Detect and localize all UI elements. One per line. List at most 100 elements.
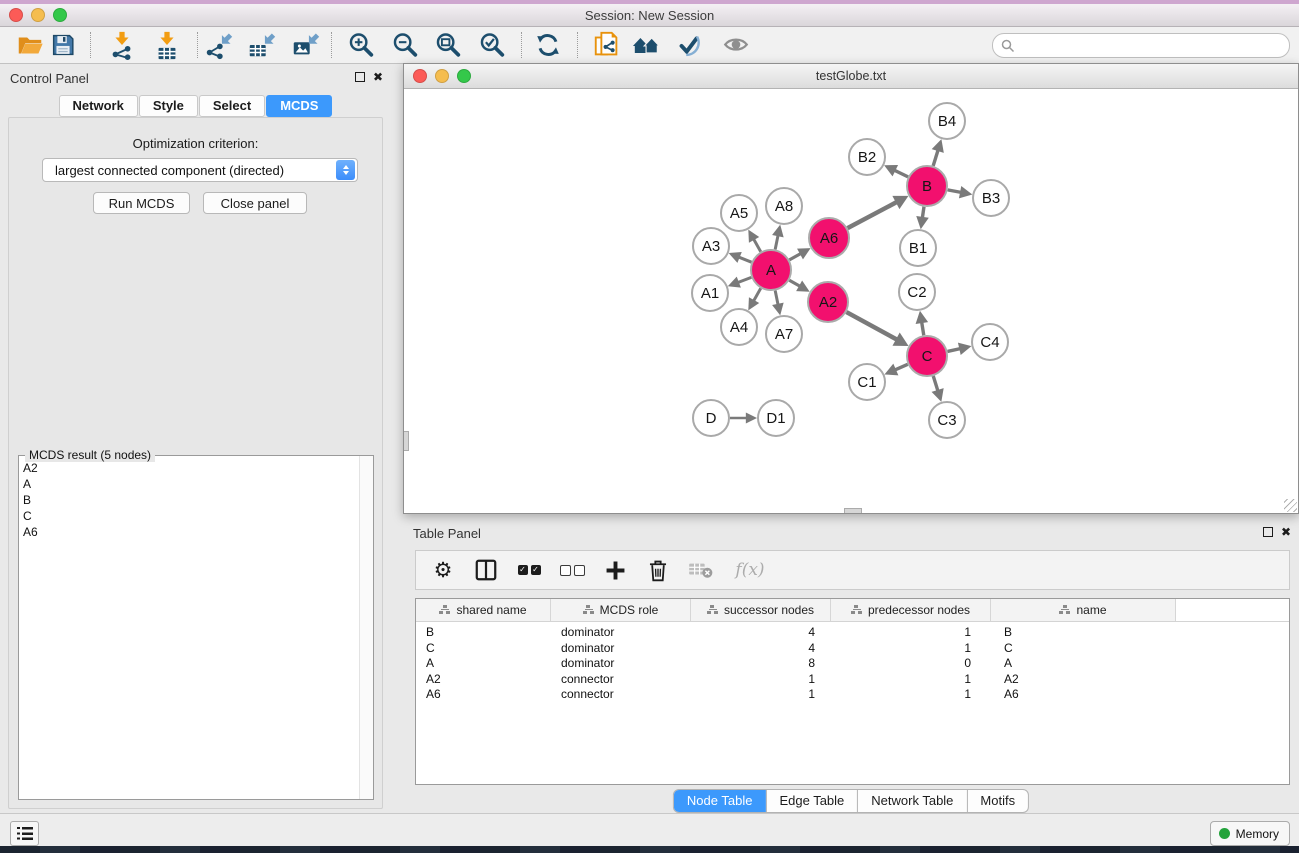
cell[interactable]: 1 [831, 625, 991, 641]
table-row-C[interactable]: Cdominator41C [416, 641, 1289, 657]
refresh-button[interactable] [531, 30, 565, 60]
close-panel-button[interactable]: Close panel [203, 192, 307, 214]
export-image-button[interactable] [288, 30, 322, 60]
cell[interactable]: A2 [416, 672, 551, 688]
graph-node-C1[interactable]: C1 [849, 364, 885, 400]
cell[interactable]: A2 [991, 672, 1176, 688]
clone-network-button[interactable] [590, 30, 624, 60]
deselect-all-button[interactable] [559, 556, 585, 584]
cell[interactable]: 1 [691, 687, 831, 703]
cell[interactable]: C [991, 641, 1176, 657]
cell[interactable]: B [416, 625, 551, 641]
graph-edge-C-C2[interactable] [922, 322, 924, 335]
graph-edge-A6-B[interactable] [848, 202, 897, 228]
graph-node-B2[interactable]: B2 [849, 139, 885, 175]
mcds-result-item[interactable]: B [23, 492, 359, 508]
graph-edge-A-A6[interactable] [789, 254, 800, 260]
graph-node-A[interactable]: A [751, 250, 791, 290]
table-row-A2[interactable]: A2connector11A2 [416, 672, 1289, 688]
zoom-fit-button[interactable] [431, 30, 465, 60]
table-settings-button[interactable]: ⚙ [430, 556, 456, 584]
graph-edge-A-A1[interactable] [738, 277, 751, 282]
table-row-A6[interactable]: A6connector11A6 [416, 687, 1289, 703]
cell[interactable]: C [416, 641, 551, 657]
graph-node-A4[interactable]: A4 [721, 309, 757, 345]
mcds-result-item[interactable]: C [23, 508, 359, 524]
column-header-successor-nodes[interactable]: successor nodes [691, 599, 831, 621]
zoom-selected-button[interactable] [475, 30, 509, 60]
search-field[interactable] [992, 33, 1290, 58]
import-network-button[interactable] [105, 30, 139, 60]
cell[interactable]: connector [551, 687, 691, 703]
tab-style[interactable]: Style [139, 95, 198, 117]
table-row-B[interactable]: Bdominator41B [416, 625, 1289, 641]
export-network-button[interactable] [201, 30, 235, 60]
show-panels-button[interactable] [10, 821, 39, 846]
table-row-A[interactable]: Adominator80A [416, 656, 1289, 672]
graph-edge-A2-C[interactable] [846, 312, 897, 340]
cell[interactable]: dominator [551, 625, 691, 641]
export-table-button[interactable] [244, 30, 278, 60]
graph-edge-B-B2[interactable] [894, 170, 908, 177]
float-panel-icon[interactable] [1263, 527, 1273, 537]
tab-mcds[interactable]: MCDS [266, 95, 332, 117]
graph-edge-A-A2[interactable] [789, 280, 800, 286]
mcds-result-item[interactable]: A6 [23, 524, 359, 540]
close-panel-icon[interactable]: ✖ [373, 72, 383, 82]
graph-edge-B-B4[interactable] [933, 150, 938, 166]
column-header-name[interactable]: name [991, 599, 1176, 621]
tab-node-table[interactable]: Node Table [674, 790, 766, 812]
column-header-MCDS-role[interactable]: MCDS role [551, 599, 691, 621]
cell[interactable]: 1 [831, 687, 991, 703]
graph-edge-A-A4[interactable] [754, 288, 761, 301]
graph-node-C2[interactable]: C2 [899, 274, 935, 310]
graph-node-B4[interactable]: B4 [929, 103, 965, 139]
cell[interactable]: dominator [551, 641, 691, 657]
graph-node-B[interactable]: B [907, 166, 947, 206]
cell[interactable]: 1 [831, 672, 991, 688]
cell[interactable]: 4 [691, 625, 831, 641]
home-button[interactable] [630, 30, 664, 60]
cell[interactable]: A6 [416, 687, 551, 703]
resize-grip-icon[interactable] [1284, 499, 1297, 512]
select-all-button[interactable]: ✓✓ [516, 556, 542, 584]
cell[interactable]: 1 [831, 641, 991, 657]
graph-node-A8[interactable]: A8 [766, 188, 802, 224]
graph-edge-C-C4[interactable] [947, 349, 960, 352]
graph-node-D1[interactable]: D1 [758, 400, 794, 436]
close-panel-icon[interactable]: ✖ [1281, 527, 1291, 537]
cell[interactable]: 1 [691, 672, 831, 688]
result-scrollbar[interactable] [359, 456, 373, 799]
graph-svg[interactable]: B4B2BB3A8A5A6A3B1AA1C2A2A4A7C4CC1DD1C3 [404, 89, 1298, 513]
delete-column-button[interactable] [645, 556, 671, 584]
cell[interactable]: connector [551, 672, 691, 688]
vertical-scrollbar[interactable] [404, 431, 409, 451]
open-session-button[interactable] [13, 30, 47, 60]
network-canvas[interactable]: B4B2BB3A8A5A6A3B1AA1C2A2A4A7C4CC1DD1C3 [404, 89, 1298, 513]
mcds-result-item[interactable]: A [23, 476, 359, 492]
graph-node-B1[interactable]: B1 [900, 230, 936, 266]
column-header-shared-name[interactable]: shared name [416, 599, 551, 621]
tab-edge-table[interactable]: Edge Table [765, 790, 857, 812]
graph-edge-C-C1[interactable] [895, 364, 908, 370]
cell[interactable]: A6 [991, 687, 1176, 703]
graph-edge-B-B1[interactable] [922, 207, 924, 218]
horizontal-scrollbar[interactable] [844, 508, 862, 513]
graph-edge-A-A5[interactable] [754, 239, 761, 252]
delete-table-button[interactable] [688, 556, 714, 584]
graph-edge-A-A8[interactable] [775, 235, 778, 249]
zoom-out-button[interactable] [388, 30, 422, 60]
cell[interactable]: A [991, 656, 1176, 672]
criterion-dropdown[interactable]: largest connected component (directed) [42, 158, 358, 182]
column-header-predecessor-nodes[interactable]: predecessor nodes [831, 599, 991, 621]
run-mcds-button[interactable]: Run MCDS [93, 192, 190, 214]
graph-node-C[interactable]: C [907, 336, 947, 376]
show-columns-button[interactable] [473, 556, 499, 584]
show-all-button[interactable] [719, 30, 753, 60]
search-input[interactable] [1019, 38, 1289, 54]
graph-edge-A-A3[interactable] [739, 257, 752, 262]
cell[interactable]: dominator [551, 656, 691, 672]
graph-edge-B-B3[interactable] [948, 190, 961, 193]
hide-selected-button[interactable] [673, 30, 707, 60]
import-table-button[interactable] [150, 30, 184, 60]
